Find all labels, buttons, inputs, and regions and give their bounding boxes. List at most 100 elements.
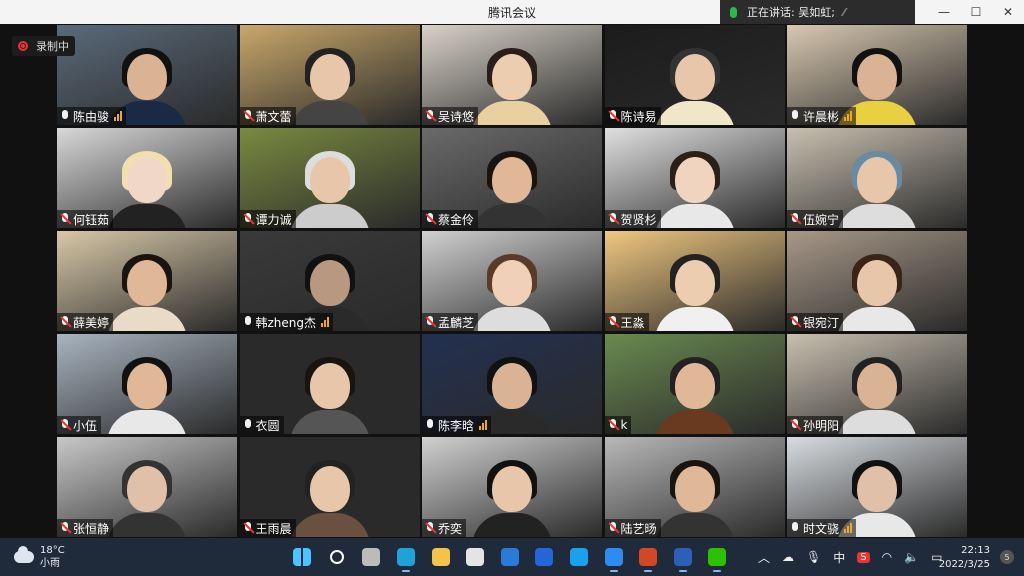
- participant-tile[interactable]: 陈由骏: [57, 25, 237, 125]
- participant-tile[interactable]: 孙明阳: [787, 334, 967, 434]
- body-shape: [107, 204, 187, 228]
- participant-tile[interactable]: 伍婉宁: [787, 128, 967, 228]
- participant-tile[interactable]: 贺贤杉: [604, 128, 785, 228]
- speaking-indicator[interactable]: 正在讲话: 吴如虹; ⁄⁄: [720, 0, 915, 24]
- mic-icon: [790, 522, 800, 534]
- close-button[interactable]: ✕: [992, 0, 1024, 24]
- participant-tile[interactable]: 时文骁: [787, 437, 967, 537]
- participant-name: 张恒静: [73, 521, 110, 536]
- participant-tile[interactable]: 王雨晨: [239, 437, 420, 537]
- participant-tile[interactable]: 陈李晗: [422, 334, 602, 434]
- participant-tile[interactable]: 孟麟芝: [422, 231, 602, 331]
- name-tag: 陈诗易: [604, 107, 661, 125]
- microphone-icon[interactable]: 🎙: [806, 550, 821, 564]
- head-shape: [492, 363, 532, 409]
- participant-tile[interactable]: 许晨彬: [787, 25, 967, 125]
- participant-name: 贺贤杉: [620, 212, 657, 227]
- participant-tile[interactable]: 银宛汀: [787, 231, 967, 331]
- participant-tile[interactable]: 张恒静: [57, 437, 237, 537]
- taskbar-app-l-app[interactable]: [528, 541, 560, 573]
- sogou-icon[interactable]: S: [857, 551, 870, 563]
- taskbar-app-search[interactable]: [321, 541, 353, 573]
- name-tag: 陆艺旸: [604, 519, 661, 537]
- body-shape: [837, 204, 917, 228]
- volume-icon[interactable]: 🔈: [904, 550, 919, 564]
- participant-tile[interactable]: 衣圆: [239, 334, 420, 434]
- word-icon: [673, 548, 692, 566]
- body-shape: [654, 513, 735, 537]
- participant-name: 陈李晗: [438, 418, 475, 433]
- clock[interactable]: 22:13 2022/3/25: [939, 544, 990, 572]
- participant-tile[interactable]: 谭力诚: [239, 128, 420, 228]
- participant-tile[interactable]: 薛美婷: [57, 231, 237, 331]
- taskbar-app-taskview[interactable]: [355, 541, 387, 573]
- name-tag: 萧文蕾: [239, 107, 296, 125]
- body-shape: [107, 307, 187, 331]
- mic-icon: [243, 316, 253, 328]
- store-icon: [466, 548, 485, 566]
- taskbar-app-meeting[interactable]: [598, 541, 630, 573]
- weather-desc: 小雨: [40, 558, 60, 569]
- participant-video: [289, 452, 370, 537]
- participant-tile[interactable]: 萧文蕾: [239, 25, 420, 125]
- taskbar-app-start[interactable]: [286, 541, 318, 573]
- name-tag: 王淼: [604, 313, 649, 331]
- head-shape: [127, 466, 167, 512]
- taskbar-app-explorer[interactable]: [425, 541, 457, 573]
- taskbar-app-edge2[interactable]: [563, 541, 595, 573]
- participant-video: [472, 452, 552, 537]
- head-shape: [127, 260, 167, 306]
- participant-video: [837, 349, 917, 434]
- minimize-button[interactable]: —: [928, 0, 960, 24]
- mic-icon: [790, 110, 800, 122]
- mic-muted-icon: [243, 110, 253, 122]
- participant-tile[interactable]: 陆艺旸: [604, 437, 785, 537]
- participant-tile[interactable]: 韩zheng杰: [239, 231, 420, 331]
- participant-name: 孟麟芝: [438, 315, 475, 330]
- participant-tile[interactable]: 乔奕: [422, 437, 602, 537]
- search-icon: [329, 550, 344, 564]
- participant-video: [107, 452, 187, 537]
- taskbar-app-store[interactable]: [459, 541, 491, 573]
- tencent-meeting-icon: [604, 548, 623, 566]
- participant-name: 谭力诚: [255, 212, 292, 227]
- participant-video: [654, 349, 735, 434]
- taskbar-app-mail[interactable]: [494, 541, 526, 573]
- taskbar-app-wechat[interactable]: [701, 541, 733, 573]
- maximize-button[interactable]: ☐: [960, 0, 992, 24]
- notification-badge[interactable]: 5: [1000, 550, 1014, 564]
- participant-tile[interactable]: 何钰茹: [57, 128, 237, 228]
- mic-icon: [243, 419, 253, 431]
- head-shape: [674, 363, 715, 409]
- chevron-up-icon[interactable]: ︿: [758, 549, 770, 566]
- participant-tile[interactable]: k: [604, 334, 785, 434]
- participant-name: 萧文蕾: [255, 109, 292, 124]
- onedrive-icon[interactable]: ☁: [782, 550, 794, 564]
- participant-tile[interactable]: 小伍: [57, 334, 237, 434]
- head-shape: [492, 157, 532, 203]
- weather-widget[interactable]: 18°C 小雨: [14, 544, 65, 570]
- taskbar-app-word[interactable]: [667, 541, 699, 573]
- participant-tile[interactable]: 蔡金伶: [422, 128, 602, 228]
- body-shape: [289, 513, 370, 537]
- recording-indicator[interactable]: 录制中: [12, 36, 75, 56]
- head-shape: [127, 54, 167, 100]
- name-tag: 韩zheng杰: [239, 313, 334, 331]
- head-shape: [857, 260, 897, 306]
- wifi-icon[interactable]: ◠: [882, 550, 892, 564]
- participant-tile[interactable]: 王淼: [604, 231, 785, 331]
- taskbar-app-powerpoint[interactable]: [632, 541, 664, 573]
- taskbar-app-edge[interactable]: [390, 541, 422, 573]
- participant-name: 王雨晨: [255, 521, 292, 536]
- participant-tile[interactable]: 吴诗悠: [422, 25, 602, 125]
- participant-tile[interactable]: 陈诗易: [604, 25, 785, 125]
- body-shape: [837, 410, 917, 434]
- wechat-icon: [708, 548, 727, 566]
- body-shape: [654, 101, 735, 125]
- audio-level-icon: [843, 523, 853, 533]
- participant-name: 韩zheng杰: [255, 315, 317, 330]
- name-tag: 薛美婷: [57, 313, 114, 331]
- name-tag: 吴诗悠: [422, 107, 479, 125]
- mic-muted-icon: [425, 522, 435, 534]
- ime-indicator[interactable]: 中: [833, 549, 845, 566]
